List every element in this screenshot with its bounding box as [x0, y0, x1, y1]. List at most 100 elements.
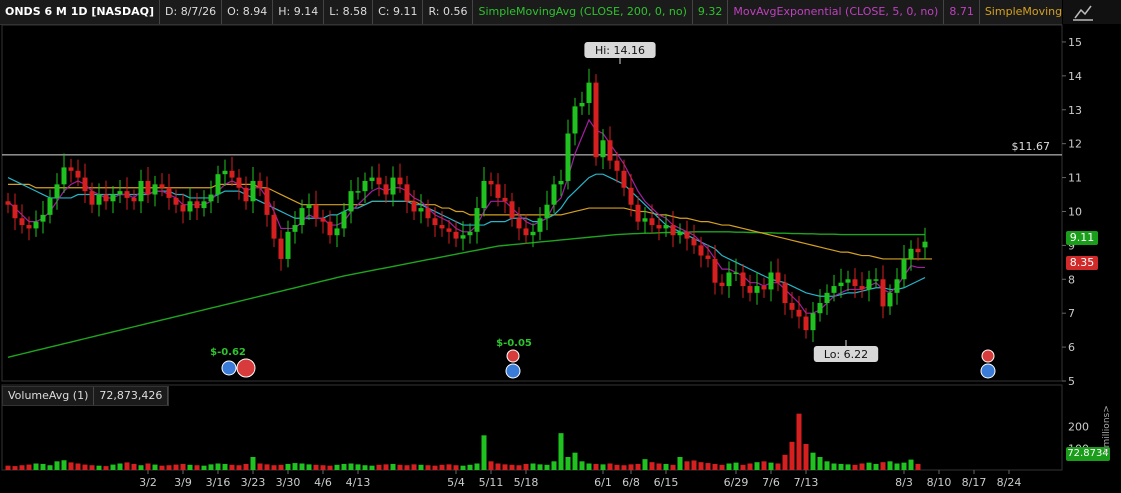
volume-bar — [257, 463, 263, 470]
candle-body — [271, 214, 277, 239]
volume-bar — [915, 463, 921, 470]
volume-bar — [495, 463, 501, 470]
volume-bar — [446, 464, 452, 470]
candle-body — [306, 204, 312, 209]
x-tick-label: 8/10 — [927, 476, 952, 489]
volume-bar — [453, 465, 459, 470]
candle-body — [208, 194, 214, 202]
candle-body — [250, 180, 256, 202]
y-tick-label: 13 — [1068, 104, 1082, 117]
volume-bar — [40, 463, 46, 470]
candle-body — [502, 197, 508, 202]
volume-bar — [719, 464, 725, 470]
volume-bar — [628, 464, 634, 470]
volume-bar — [880, 462, 886, 470]
candle-body — [733, 272, 739, 275]
candle-body — [894, 279, 900, 293]
volume-bar — [180, 463, 186, 470]
low-label-text: Lo: 6.22 — [824, 348, 868, 361]
volume-bar — [418, 464, 424, 470]
candle-body — [593, 82, 599, 158]
volume-bar — [635, 463, 641, 470]
candle-body — [789, 303, 795, 310]
volume-bar — [348, 463, 354, 470]
volume-bar — [334, 464, 340, 470]
candle-body — [236, 177, 242, 188]
y-tick-label: 14 — [1068, 70, 1082, 83]
volume-study-label[interactable]: VolumeAvg (1) — [3, 387, 95, 405]
candle-body — [572, 106, 578, 134]
candle-body — [901, 258, 907, 280]
candle-body — [782, 282, 788, 304]
candle-body — [299, 208, 305, 226]
candle-body — [96, 194, 102, 205]
volume-bar — [26, 464, 32, 470]
volume-bar — [474, 463, 480, 470]
x-tick-label: 3/30 — [276, 476, 301, 489]
price-pane-border — [1, 24, 1063, 382]
volume-bar — [481, 435, 487, 470]
candle-body — [411, 201, 417, 212]
candle-body — [579, 102, 585, 107]
volume-bar — [852, 464, 858, 470]
volume-bar — [208, 464, 214, 470]
candle-body — [425, 208, 431, 219]
x-tick-label: 6/8 — [622, 476, 640, 489]
candle-body — [376, 177, 382, 185]
volume-bar — [236, 465, 242, 470]
chart-canvas[interactable]: 567891011121314151002003/23/93/163/233/3… — [0, 0, 1121, 493]
candle-body — [768, 272, 774, 290]
volume-bar — [152, 464, 158, 470]
candle-body — [61, 167, 67, 185]
candle-body — [845, 279, 851, 283]
candle-body — [467, 231, 473, 236]
high-label-text: Hi: 14.16 — [595, 44, 645, 57]
candle-body — [908, 248, 914, 259]
volume-bar — [866, 462, 872, 470]
candle-body — [726, 272, 732, 287]
candle-body — [278, 238, 284, 259]
volume-bar — [537, 464, 543, 470]
y-tick-label: 6 — [1068, 341, 1075, 354]
candle-body — [320, 218, 326, 222]
candle-body — [187, 201, 193, 212]
volume-bar — [838, 463, 844, 470]
candle-body — [313, 204, 319, 219]
volume-bar — [5, 465, 11, 470]
volume-bar — [572, 452, 578, 470]
x-tick-label: 4/13 — [346, 476, 371, 489]
volume-bar — [845, 464, 851, 470]
candle-body — [747, 286, 753, 293]
candle-body — [866, 279, 872, 290]
y-tick-label: 7 — [1068, 307, 1075, 320]
earnings-bulb-icon — [980, 363, 996, 379]
candle-body — [887, 292, 893, 307]
volume-bar — [817, 457, 823, 470]
earnings-value-2: $-0.05 — [496, 338, 532, 349]
candle-body — [558, 180, 564, 185]
volume-bar — [264, 464, 270, 470]
candle-body — [12, 204, 18, 219]
candle-body — [831, 286, 837, 293]
x-tick-label: 6/29 — [724, 476, 749, 489]
candle-body — [523, 228, 529, 236]
candle-body — [117, 191, 123, 195]
candle-body — [684, 231, 690, 239]
candle-body — [173, 197, 179, 205]
candle-body — [817, 303, 823, 314]
volume-bar — [159, 465, 165, 470]
candle-body — [110, 194, 116, 202]
candle-body — [68, 167, 74, 171]
candle-body — [635, 204, 641, 222]
volume-bar — [768, 462, 774, 470]
volume-bar — [586, 463, 592, 470]
volume-bar — [47, 465, 53, 470]
candle-body — [712, 258, 718, 283]
x-tick-label: 3/9 — [174, 476, 192, 489]
candle-body — [600, 140, 606, 158]
volume-bar — [54, 461, 60, 470]
volume-bar — [285, 463, 291, 470]
candle-body — [642, 218, 648, 222]
candle-body — [691, 238, 697, 246]
candle-body — [460, 235, 466, 239]
